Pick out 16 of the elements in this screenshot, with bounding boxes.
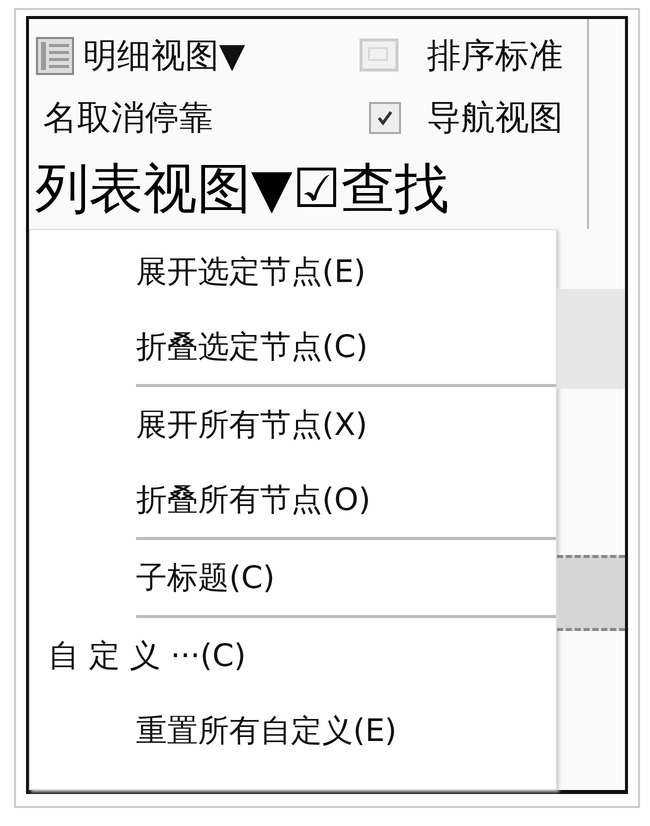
find-checkbox-label[interactable]: ☑查找 <box>292 152 449 226</box>
checkbox[interactable] <box>369 102 401 134</box>
check-icon <box>375 108 395 128</box>
view-dropdown[interactable]: 明细视图▼ <box>35 33 325 79</box>
list-icon <box>35 36 75 76</box>
menu-item[interactable]: 重置所有自定义(E) <box>30 693 556 768</box>
menu-item[interactable]: 自 定 义 ···(C) <box>30 618 556 693</box>
menu-item[interactable]: 折叠所有节点(O) <box>30 462 556 537</box>
menu-item[interactable]: 展开所有节点(X) <box>30 387 556 462</box>
menu-item[interactable]: 子标题(C) <box>30 540 556 615</box>
menu-item[interactable]: 折叠选定节点(C) <box>30 309 556 384</box>
menu-item[interactable]: 展开选定节点(E) <box>30 234 556 309</box>
view-dropdown-label[interactable]: 列表视图▼ <box>35 152 293 226</box>
navigation-checkbox[interactable]: 导航视图 <box>369 95 563 141</box>
toolbar-button[interactable]: 排序标准 <box>359 33 563 79</box>
toolbar-button[interactable]: 名取消停靠 <box>35 95 325 141</box>
